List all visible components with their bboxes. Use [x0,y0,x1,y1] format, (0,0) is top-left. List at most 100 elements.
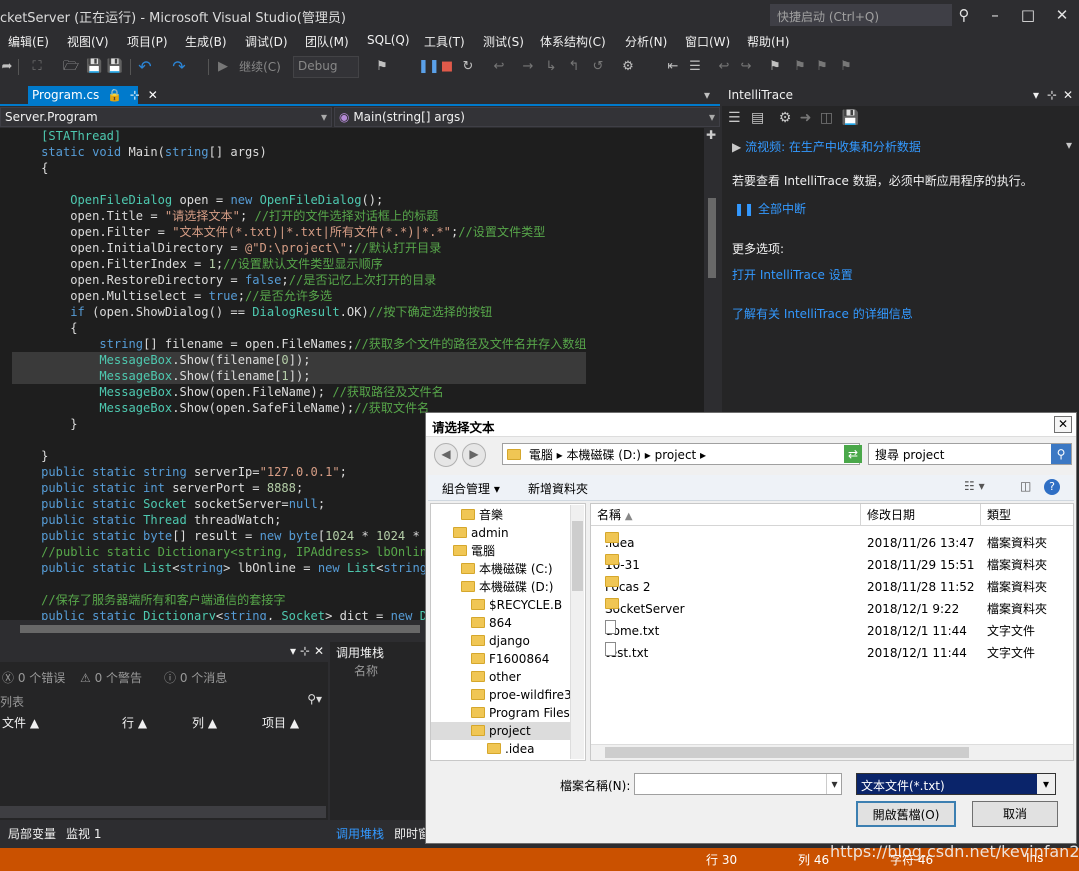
tree-item[interactable]: 音樂 [431,506,571,524]
search-icon[interactable]: ⚲ [951,4,977,26]
menu-edit[interactable]: 编辑(E) [8,33,49,50]
bookmark-icon[interactable]: ⚑ [768,58,782,76]
redo-icon[interactable]: ↷ [170,58,188,76]
gear-icon[interactable]: ⚙ [779,110,792,126]
pin-icon[interactable]: ⊹ [300,644,310,658]
close-button[interactable]: ✕ [1049,4,1075,26]
tree-item[interactable]: admin [431,524,571,542]
open-file-icon[interactable]: 🗁 [62,58,80,76]
folder-tree[interactable]: 音樂 admin 電腦 本機磁碟 (C:) 本機磁碟 (D:) $RECYCLE.B 864… [430,503,586,761]
menu-architecture[interactable]: 体系结构(C) [540,33,606,50]
open-button[interactable]: 開啟舊檔(O) [856,801,956,827]
tree-item[interactable]: 864 [431,614,571,632]
calls-icon[interactable]: ▤ [751,110,764,126]
step-back-icon[interactable]: ↺ [590,58,606,76]
tree-item[interactable]: other [431,668,571,686]
step-into-icon[interactable]: → [520,58,536,76]
save-all-icon[interactable]: 💾 [106,58,124,76]
file-row[interactable]: test.txt 2018/12/1 11:44 文字文件 [591,642,1073,664]
tree-item[interactable]: F1600864 [431,650,571,668]
tree-item[interactable]: Program Files [431,704,571,722]
tree-item[interactable]: project [431,722,571,740]
tree-item[interactable]: .idea [431,740,571,758]
tree-scrollbar[interactable] [570,505,584,759]
view-options-icon[interactable]: ☷ ▾ [964,479,985,493]
prev-bookmark-icon[interactable]: ⚑ [792,58,808,76]
chevron-down-icon[interactable]: ▾ [290,644,296,658]
code-line[interactable]: open.Title = "请选择文本"; //打开的文件选择对话框上的标题 [12,208,586,224]
code-line[interactable]: MessageBox.Show(filename[0]); [12,352,587,368]
chevron-down-icon[interactable]: ▾ [1033,88,1039,102]
close-tab-icon[interactable]: ✕ [148,88,158,102]
chevron-down-icon[interactable]: ▾ [1037,774,1055,794]
code-line[interactable]: OpenFileDialog open = new OpenFileDialog… [12,192,586,208]
learn-more-link[interactable]: 了解有关 IntelliTrace 的详细信息 [732,305,913,322]
file-row[interactable]: .idea 2018/11/26 13:47 檔案資料夾 [591,532,1073,554]
back-button[interactable]: ◀ [434,443,458,467]
restart-icon[interactable]: ↻ [460,58,476,76]
step-over-icon[interactable]: ↳ [542,58,560,76]
break-all-link[interactable]: ❚❚ 全部中断 [734,200,806,217]
list-icon[interactable]: ☰ [728,110,741,126]
new-project-icon[interactable]: ⛶ [28,58,46,76]
filename-input[interactable] [634,773,842,795]
continue-icon[interactable]: ▶ [216,58,230,76]
file-row[interactable]: SocketServer 2018/12/1 9:22 檔案資料夾 [591,598,1073,620]
code-line[interactable]: [STAThread] [12,128,586,144]
comment-icon[interactable]: ↩ [716,58,732,76]
exceptions-icon[interactable]: ⚙ [618,58,638,76]
next-bookmark-icon[interactable]: ⚑ [814,58,830,76]
code-line[interactable] [12,176,586,192]
pause-icon[interactable]: ❚❚ [418,58,440,76]
show-next-statement-icon[interactable]: ↩ [490,58,508,76]
code-line[interactable]: static void Main(string[] args) [12,144,586,160]
menu-tools[interactable]: 工具(T) [424,33,465,50]
step-out-icon[interactable]: ↰ [566,58,582,76]
breadcrumb[interactable]: 電腦 ▸ 本機磁碟 (D:) ▸ project ▸ [529,448,706,462]
code-line[interactable]: { [12,320,586,336]
menu-analyze[interactable]: 分析(N) [625,33,667,50]
close-icon[interactable]: ✕ [314,644,324,658]
warnings-filter[interactable]: ⚠ 0 个警告 [80,669,142,686]
address-bar[interactable]: 電腦 ▸ 本機磁碟 (D:) ▸ project ▸ ▾ [502,443,860,465]
menu-debug[interactable]: 调试(D) [245,33,288,50]
minimize-button[interactable]: – [982,4,1008,26]
stream-row[interactable]: ▶ 流视频: 在生产中收集和分析数据 ▾ [732,138,1072,155]
tab-program-cs[interactable]: Program.cs 🔒 ⊹ ✕ [28,86,158,106]
file-row[interactable]: dome.txt 2018/12/1 11:44 文字文件 [591,620,1073,642]
uncomment-icon[interactable]: ↪ [738,58,754,76]
forward-button[interactable]: ▶ [462,443,486,467]
column-line[interactable]: 行 ▲ [122,714,147,731]
search-input[interactable]: 搜尋 project ⚲ [868,443,1072,465]
code-line[interactable]: MessageBox.Show(filename[1]); [12,368,587,384]
code-line[interactable]: open.FilterIndex = 1;//设置默认文件类型显示顺序 [12,256,586,272]
forward-icon[interactable]: ➜ [800,110,812,126]
code-line[interactable]: open.RestoreDirectory = false;//是否记忆上次打开… [12,272,586,288]
code-line[interactable]: MessageBox.Show(open.FileName); //获取路径及文… [12,384,586,400]
code-line[interactable]: if (open.ShowDialog() == DialogResult.OK… [12,304,586,320]
list-horizontal-scrollbar[interactable] [591,744,1073,760]
tree-item[interactable]: django [431,632,571,650]
code-line[interactable]: string[] filename = open.FileNames;//获取多… [12,336,586,352]
quick-launch-input[interactable]: 快捷启动 (Ctrl+Q) [770,4,952,26]
code-line[interactable]: open.InitialDirectory = @"D:\project\";/… [12,240,586,256]
continue-button[interactable]: 继续(C) [234,58,286,76]
tree-item[interactable]: 本機磁碟 (D:) [431,578,571,596]
column-type[interactable]: 類型 [981,504,1073,526]
pin-icon[interactable]: ⊹ [130,88,140,102]
code-line[interactable]: { [12,160,586,176]
class-navigation-select[interactable]: Server.Program ▾ [0,107,332,127]
file-row[interactable]: 10-31 2018/11/29 15:51 檔案資料夾 [591,554,1073,576]
scroll-thumb[interactable] [605,747,969,758]
column-project[interactable]: 项目 ▲ [262,714,299,731]
filename-dropdown-icon[interactable]: ▾ [826,774,842,794]
tree-item[interactable]: proe-wildfire3. [431,686,576,704]
member-navigation-select[interactable]: ◉ Main(string[] args) ▾ [334,107,720,127]
scroll-thumb[interactable] [572,521,583,591]
pin-icon[interactable]: ⊹ [1047,88,1057,102]
menu-sql[interactable]: SQL(Q) [367,33,410,47]
column-file[interactable]: 文件 ▲ [2,714,39,731]
attach-icon[interactable]: ⚑ [372,58,392,76]
stream-link[interactable]: 流视频: 在生产中收集和分析数据 [745,140,921,154]
maximize-button[interactable]: □ [1015,4,1041,26]
